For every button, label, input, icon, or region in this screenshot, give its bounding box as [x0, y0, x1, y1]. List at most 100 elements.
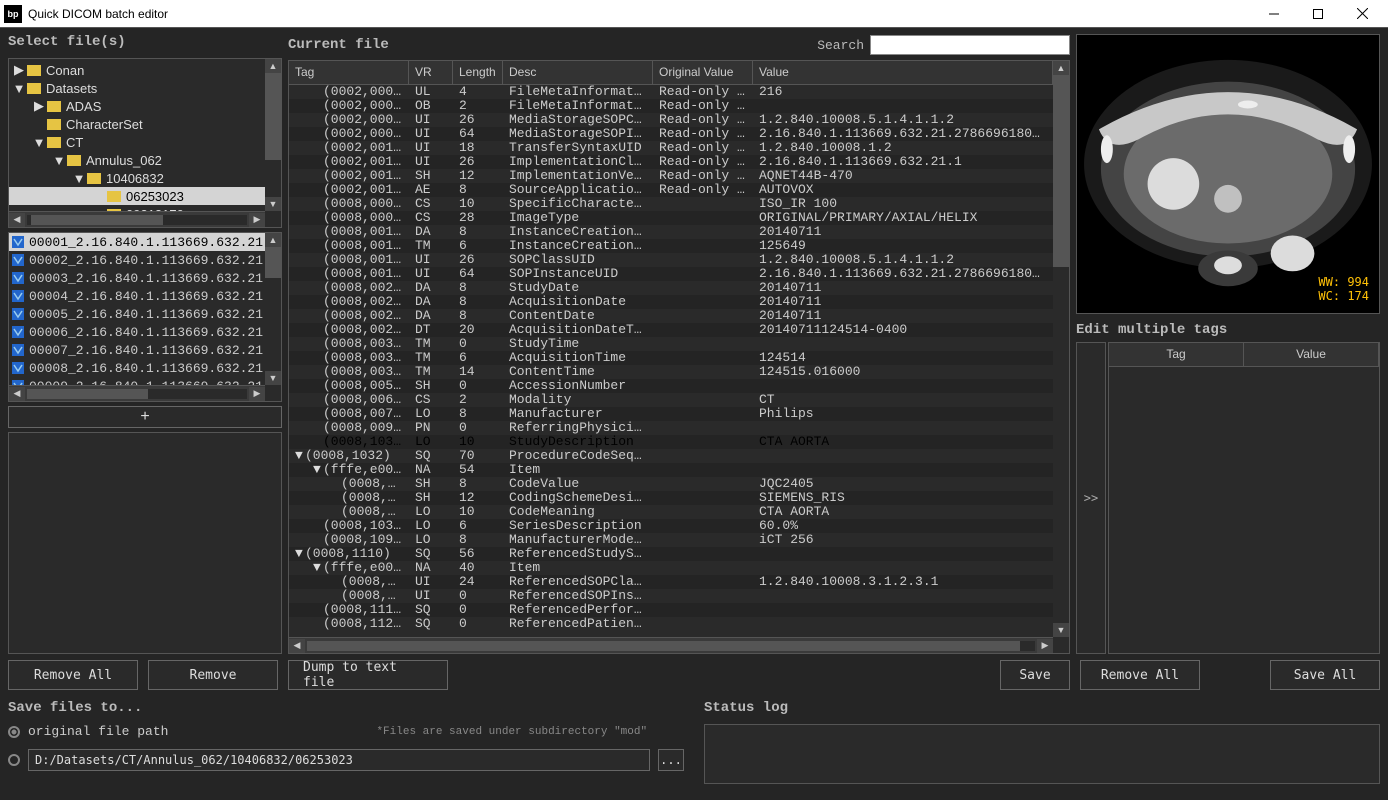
grid-row[interactable]: (0008,…LO10CodeMeaningCTA AORTA: [289, 505, 1053, 519]
grid-row[interactable]: (0008,…UI24ReferencedSOPClassU…1.2.840.1…: [289, 575, 1053, 589]
file-item[interactable]: 00004_2.16.840.1.113669.632.21.27: [9, 287, 265, 305]
tree-item[interactable]: ▼Datasets: [9, 79, 265, 97]
grid-row[interactable]: (0008,…UI0ReferencedSOPInstan…: [289, 589, 1053, 603]
grid-row[interactable]: (0008,103e)LO6SeriesDescription60.0%: [289, 519, 1053, 533]
grid-row[interactable]: (0002,0001)OB2FileMetaInformation…Read-o…: [289, 99, 1053, 113]
save-path-input[interactable]: [28, 749, 650, 771]
grid-row[interactable]: (0008,…SH8CodeValueJQC2405: [289, 477, 1053, 491]
tree-item[interactable]: ▼CT: [9, 133, 265, 151]
tree-toggle-icon[interactable]: ▶: [13, 64, 25, 76]
grid-row[interactable]: (0002,0016)AE8SourceApplicationEn…Read-o…: [289, 183, 1053, 197]
grid-row[interactable]: (0008,0070)LO8ManufacturerPhilips: [289, 407, 1053, 421]
grid-row[interactable]: (0002,0002)UI26MediaStorageSOPClas…Read-…: [289, 113, 1053, 127]
tree-toggle-icon[interactable]: ▼: [13, 82, 25, 94]
grid-row[interactable]: (0002,0003)UI64MediaStorageSOPInst…Read-…: [289, 127, 1053, 141]
grid-row[interactable]: (0002,0010)UI18TransferSyntaxUIDRead-onl…: [289, 141, 1053, 155]
scroll-up-icon[interactable]: ▲: [1053, 61, 1069, 75]
grid-row[interactable]: (0008,0020)DA8StudyDate20140711: [289, 281, 1053, 295]
grid-row[interactable]: ▼(fffe,e00…NA54Item: [289, 463, 1053, 477]
grid-row[interactable]: (0008,1030)LO10StudyDescriptionCTA AORTA: [289, 435, 1053, 449]
col-orig[interactable]: Original Value: [653, 61, 753, 84]
drop-zone[interactable]: [8, 432, 282, 654]
file-item[interactable]: 00005_2.16.840.1.113669.632.21.27: [9, 305, 265, 323]
tree-item[interactable]: ▶Conan: [9, 61, 265, 79]
folder-tree[interactable]: ▶Conan▼Datasets▶ADASCharacterSet▼CT▼Annu…: [8, 58, 282, 228]
grid-row[interactable]: (0008,1120)SQ0ReferencedPatientSe…: [289, 617, 1053, 631]
scroll-left-icon[interactable]: ◀: [9, 213, 25, 227]
tree-vscroll[interactable]: ▲ ▼: [265, 59, 281, 211]
tree-hscroll[interactable]: ◀ ▶: [9, 211, 265, 227]
grid-row[interactable]: (0008,0008)CS28ImageTypeORIGINAL/PRIMARY…: [289, 211, 1053, 225]
tree-item[interactable]: CharacterSet: [9, 115, 265, 133]
remove-all-right-button[interactable]: Remove All: [1080, 660, 1200, 690]
grid-row[interactable]: (0008,0033)TM14ContentTime124515.016000: [289, 365, 1053, 379]
tree-toggle-icon[interactable]: [93, 190, 105, 202]
grid-row[interactable]: (0002,0013)SH12ImplementationVersi…Read-…: [289, 169, 1053, 183]
grid-row[interactable]: (0008,0032)TM6AcquisitionTime124514: [289, 351, 1053, 365]
scroll-down-icon[interactable]: ▼: [265, 197, 281, 211]
grid-row[interactable]: (0008,0012)DA8InstanceCreationDate201407…: [289, 225, 1053, 239]
close-button[interactable]: [1340, 0, 1384, 28]
radio-custom-path[interactable]: [8, 754, 20, 766]
grid-row[interactable]: (0008,0016)UI26SOPClassUID1.2.840.10008.…: [289, 253, 1053, 267]
col-vr[interactable]: VR: [409, 61, 453, 84]
col-val[interactable]: Value: [753, 61, 1053, 84]
image-preview[interactable]: WW: 994 WC: 174: [1076, 34, 1380, 314]
minimize-button[interactable]: [1252, 0, 1296, 28]
grid-row[interactable]: (0008,0022)DA8AcquisitionDate20140711: [289, 295, 1053, 309]
tree-item[interactable]: 06253023: [9, 187, 265, 205]
tree-item[interactable]: ▼10406832: [9, 169, 265, 187]
add-button[interactable]: +: [8, 406, 282, 428]
grid-row[interactable]: (0008,…SH12CodingSchemeDesigna…SIEMENS_R…: [289, 491, 1053, 505]
dump-button[interactable]: Dump to text file: [288, 660, 448, 690]
file-item[interactable]: 00002_2.16.840.1.113669.632.21.27: [9, 251, 265, 269]
file-item[interactable]: 00001_2.16.840.1.113669.632.21.27: [9, 233, 265, 251]
save-button[interactable]: Save: [1000, 660, 1070, 690]
scroll-left-icon[interactable]: ◀: [9, 387, 25, 401]
grid-row[interactable]: ▼(0008,1032)SQ70ProcedureCodeSequen…: [289, 449, 1053, 463]
scroll-left-icon[interactable]: ◀: [289, 639, 305, 653]
radio-original-path[interactable]: [8, 726, 20, 738]
tree-toggle-icon[interactable]: ▼: [73, 172, 85, 184]
grid-row[interactable]: (0008,002a)DT20AcquisitionDateTime201407…: [289, 323, 1053, 337]
scroll-right-icon[interactable]: ▶: [1037, 639, 1053, 653]
grid-row[interactable]: (0008,0023)DA8ContentDate20140711: [289, 309, 1053, 323]
tree-item[interactable]: ▶ADAS: [9, 97, 265, 115]
col-len[interactable]: Length: [453, 61, 503, 84]
files-hscroll[interactable]: ◀ ▶: [9, 385, 265, 401]
grid-row[interactable]: (0008,0090)PN0ReferringPhysicianN…: [289, 421, 1053, 435]
grid-row[interactable]: (0008,1111)SQ0ReferencedPerformed…: [289, 603, 1053, 617]
status-log-box[interactable]: [704, 724, 1380, 784]
scroll-right-icon[interactable]: ▶: [249, 387, 265, 401]
grid-row[interactable]: (0002,0012)UI26ImplementationClass…Read-…: [289, 155, 1053, 169]
tree-item[interactable]: ▼Annulus_062: [9, 151, 265, 169]
file-item[interactable]: 00008_2.16.840.1.113669.632.21.27: [9, 359, 265, 377]
scroll-down-icon[interactable]: ▼: [265, 371, 281, 385]
search-input[interactable]: [870, 35, 1070, 55]
grid-row[interactable]: (0008,1090)LO8ManufacturerModelNa…iCT 25…: [289, 533, 1053, 547]
grid-row[interactable]: ▼(fffe,e00…NA40Item: [289, 561, 1053, 575]
grid-row[interactable]: (0008,0060)CS2ModalityCT: [289, 393, 1053, 407]
file-item[interactable]: 00007_2.16.840.1.113669.632.21.27: [9, 341, 265, 359]
copy-to-edit-button[interactable]: >>: [1076, 342, 1106, 654]
browse-button[interactable]: ...: [658, 749, 684, 771]
tree-toggle-icon[interactable]: ▼: [33, 136, 45, 148]
tree-toggle-icon[interactable]: ▶: [33, 100, 45, 112]
grid-vscroll[interactable]: ▲ ▼: [1053, 61, 1069, 637]
remove-all-button[interactable]: Remove All: [8, 660, 138, 690]
scroll-up-icon[interactable]: ▲: [265, 233, 281, 247]
edit-grid[interactable]: Tag Value: [1108, 342, 1380, 654]
grid-row[interactable]: (0008,0013)TM6InstanceCreationTime125649: [289, 239, 1053, 253]
tag-grid[interactable]: Tag VR Length Desc Original Value Value …: [288, 60, 1070, 654]
scroll-right-icon[interactable]: ▶: [249, 213, 265, 227]
grid-row[interactable]: (0008,0018)UI64SOPInstanceUID2.16.840.1.…: [289, 267, 1053, 281]
grid-row[interactable]: (0008,0005)CS10SpecificCharacterSetISO_I…: [289, 197, 1053, 211]
grid-row[interactable]: (0002,0000)UL4FileMetaInformation…Read-o…: [289, 85, 1053, 99]
col-tag[interactable]: Tag: [289, 61, 409, 84]
file-list[interactable]: 00001_2.16.840.1.113669.632.21.2700002_2…: [8, 232, 282, 402]
tree-toggle-icon[interactable]: [33, 118, 45, 130]
edit-col-value[interactable]: Value: [1244, 343, 1379, 366]
grid-row[interactable]: ▼(0008,1110)SQ56ReferencedStudySequ…: [289, 547, 1053, 561]
scroll-down-icon[interactable]: ▼: [1053, 623, 1069, 637]
file-item[interactable]: 00006_2.16.840.1.113669.632.21.27: [9, 323, 265, 341]
